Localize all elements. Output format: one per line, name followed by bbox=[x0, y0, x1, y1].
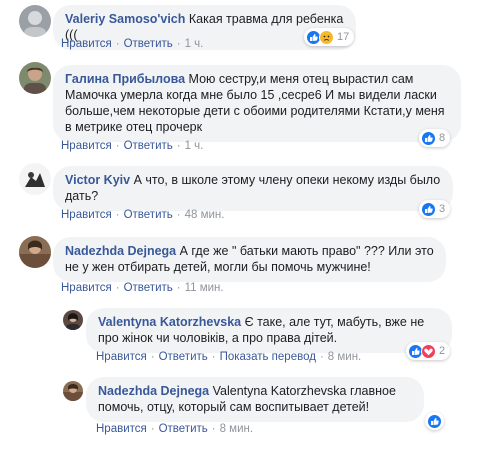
comment-bubble: Галина Прибылова Мою сестру,и меня отец … bbox=[53, 65, 461, 142]
love-icon bbox=[421, 343, 436, 359]
reactions-summary[interactable] bbox=[425, 412, 444, 430]
comment-bubble: Nadezhda Dejnega Valentyna Katorzhevska … bbox=[86, 377, 424, 422]
like-icon bbox=[421, 201, 436, 217]
avatar[interactable] bbox=[19, 62, 51, 94]
comment-bubble: Valentyna Katorzhevska Є таке, але тут, … bbox=[86, 308, 452, 353]
timestamp[interactable]: 8 мин. bbox=[220, 423, 253, 435]
comment-author[interactable]: Галина Прибылова bbox=[65, 72, 185, 86]
comment-actions: Нравится · Ответить · Показать перевод · 8 мин… bbox=[96, 351, 362, 363]
timestamp[interactable]: 8 мин. bbox=[328, 351, 361, 363]
reply-link[interactable]: Ответить bbox=[124, 209, 173, 221]
like-link[interactable]: Нравится bbox=[61, 209, 112, 221]
comment-actions: Нравится · Ответить · 11 мин. bbox=[61, 282, 224, 294]
like-icon bbox=[421, 130, 436, 146]
like-link[interactable]: Нравится bbox=[61, 140, 112, 152]
reactions-count: 8 bbox=[439, 132, 446, 144]
reactions-summary[interactable]: 8 bbox=[419, 129, 451, 147]
see-translation-link[interactable]: Показать перевод bbox=[220, 351, 316, 363]
reactions-count: 3 bbox=[439, 203, 446, 215]
reply-link[interactable]: Ответить bbox=[159, 423, 208, 435]
timestamp[interactable]: 48 мин. bbox=[185, 209, 225, 221]
reactions-summary[interactable]: 2 bbox=[406, 342, 451, 360]
comment-actions: Нравится · Ответить · 1 ч. bbox=[61, 140, 204, 152]
sad-icon bbox=[319, 29, 334, 45]
like-link[interactable]: Нравится bbox=[61, 282, 112, 294]
reactions-summary[interactable]: 17 bbox=[304, 28, 355, 46]
comment-author[interactable]: Victor Kyiv bbox=[65, 173, 130, 187]
like-link[interactable]: Нравится bbox=[96, 423, 147, 435]
reactions-summary[interactable]: 3 bbox=[419, 200, 451, 218]
like-link[interactable]: Нравится bbox=[61, 38, 112, 50]
comment-author[interactable]: Valentyna Katorzhevska bbox=[98, 315, 241, 329]
timestamp[interactable]: 1 ч. bbox=[185, 140, 204, 152]
reply-link[interactable]: Ответить bbox=[159, 351, 208, 363]
avatar[interactable] bbox=[19, 236, 51, 268]
like-link[interactable]: Нравится bbox=[96, 351, 147, 363]
avatar[interactable] bbox=[63, 381, 83, 401]
reply-link[interactable]: Ответить bbox=[124, 38, 173, 50]
comment-actions: Нравится · Ответить · 8 мин. bbox=[96, 423, 254, 435]
comment-author[interactable]: Valeriy Samoso'vich bbox=[65, 12, 185, 26]
comment-author[interactable]: Nadezhda Dejnega bbox=[98, 384, 209, 398]
comment-actions: Нравится · Ответить · 1 ч. bbox=[61, 38, 204, 50]
comment-bubble: Nadezhda Dejnega А где же " батьки мають… bbox=[53, 237, 446, 282]
timestamp[interactable]: 1 ч. bbox=[185, 38, 204, 50]
reply-link[interactable]: Ответить bbox=[124, 140, 173, 152]
comment-actions: Нравится · Ответить · 48 мин. bbox=[61, 209, 225, 221]
avatar[interactable] bbox=[19, 163, 51, 195]
like-icon bbox=[427, 413, 442, 429]
reactions-count: 2 bbox=[439, 345, 446, 357]
reply-link[interactable]: Ответить bbox=[124, 282, 173, 294]
timestamp[interactable]: 11 мин. bbox=[185, 282, 224, 294]
comment-author[interactable]: Nadezhda Dejnega bbox=[65, 244, 176, 258]
avatar[interactable] bbox=[63, 310, 83, 330]
reactions-count: 17 bbox=[337, 31, 350, 43]
avatar[interactable] bbox=[19, 5, 51, 37]
comment-bubble: Victor Kyiv А что, в школе этому члену о… bbox=[53, 166, 453, 211]
